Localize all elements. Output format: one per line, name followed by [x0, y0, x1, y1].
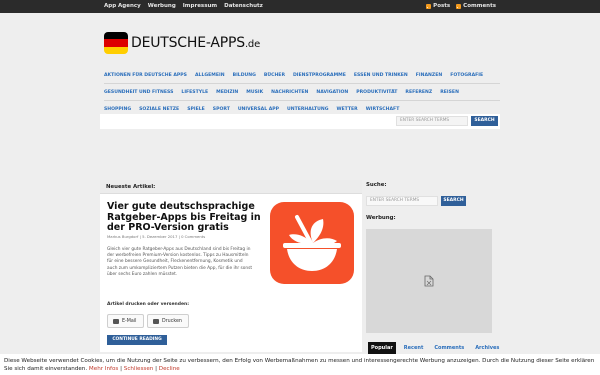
tab-popular[interactable]: Popular — [368, 342, 396, 354]
printer-icon — [153, 318, 159, 324]
share-label: Artikel drucken oder versenden: — [107, 302, 189, 307]
category-fotografie[interactable]: FOTOGRAFIE — [450, 73, 483, 78]
category-medizin[interactable]: MEDIZIN — [216, 90, 238, 95]
top-link-app-agency[interactable]: App Agency — [104, 0, 141, 13]
latest-articles: Neueste Artikel: Vier gute deutschsprach… — [100, 180, 362, 352]
category-row: GESUNDHEIT UND FITNESS LIFESTYLE MEDIZIN… — [104, 84, 500, 100]
share-email-label: E-Mail — [122, 318, 137, 324]
category-wirtschaft[interactable]: WIRTSCHAFT — [366, 107, 400, 112]
category-soziale-netze[interactable]: SOZIALE NETZE — [139, 107, 179, 112]
top-link-werbung[interactable]: Werbung — [148, 0, 176, 13]
category-produktivitaet[interactable]: PRODUKTIVITÄT — [356, 90, 397, 95]
comments-feed-link[interactable]: Comments — [456, 0, 496, 13]
category-navigation[interactable]: NAVIGATION — [316, 90, 348, 95]
article-title[interactable]: Vier gute deutschsprachige Ratgeber-Apps… — [107, 201, 263, 234]
article-image[interactable] — [270, 202, 354, 284]
rss-icon — [426, 4, 432, 9]
category-aktionen[interactable]: AKTIONEN FÜR DEUTSCHE APPS — [104, 73, 187, 78]
category-unterhaltung[interactable]: UNTERHALTUNG — [287, 107, 328, 112]
ad-placeholder[interactable] — [366, 229, 492, 333]
sidebar-search-label: Suche: — [366, 182, 387, 188]
section-title: Neueste Artikel: — [100, 180, 362, 194]
category-bildung[interactable]: BILDUNG — [233, 73, 256, 78]
header-search-input[interactable]: ENTER SEARCH TERMS — [396, 116, 468, 126]
posts-feed-link[interactable]: Posts — [426, 0, 450, 13]
category-musik[interactable]: MUSIK — [246, 90, 263, 95]
sidebar-ad-label: Werbung: — [366, 215, 396, 221]
header-search-button[interactable]: SEARCH — [471, 116, 498, 126]
category-spiele[interactable]: SPIELE — [187, 107, 205, 112]
cookie-more-info-link[interactable]: Mehr Infos — [89, 366, 118, 372]
sidebar-search-input[interactable]: ENTER SEARCH TERMS — [366, 196, 438, 206]
tab-comments[interactable]: Comments — [431, 342, 467, 354]
category-allgemein[interactable]: ALLGEMEIN — [195, 73, 225, 78]
feed-links: Posts Comments — [426, 0, 496, 13]
category-row: AKTIONEN FÜR DEUTSCHE APPS ALLGEMEIN BIL… — [104, 67, 500, 83]
category-shopping[interactable]: SHOPPING — [104, 107, 131, 112]
cookie-close-link[interactable]: Schliessen — [124, 366, 154, 372]
category-universal-app[interactable]: UNIVERSAL APP — [238, 107, 279, 112]
category-lifestyle[interactable]: LIFESTYLE — [181, 90, 208, 95]
cookie-banner: Diese Webseite verwendet Cookies, um die… — [0, 354, 600, 375]
category-nav: AKTIONEN FÜR DEUTSCHE APPS ALLGEMEIN BIL… — [100, 67, 500, 117]
share-print-label: Drucken — [162, 318, 182, 324]
category-sport[interactable]: SPORT — [213, 107, 230, 112]
top-link-datenschutz[interactable]: Datenschutz — [224, 0, 263, 13]
mail-icon — [113, 318, 119, 324]
cookie-decline-link[interactable]: Decline — [159, 366, 180, 372]
article-meta: Markus Burgdorf | 5. Dezember 2017 | 0 C… — [107, 234, 206, 239]
top-bar: App Agency Werbung Impressum Datenschutz… — [0, 0, 600, 13]
tab-archives[interactable]: Archives — [472, 342, 502, 354]
category-nachrichten[interactable]: NACHRICHTEN — [271, 90, 308, 95]
tab-recent[interactable]: Recent — [401, 342, 427, 354]
category-reisen[interactable]: REISEN — [440, 90, 459, 95]
category-buecher[interactable]: BÜCHER — [264, 73, 285, 78]
category-finanzen[interactable]: FINANZEN — [416, 73, 442, 78]
category-essen-trinken[interactable]: ESSEN UND TRINKEN — [354, 73, 408, 78]
mortar-pestle-icon — [283, 215, 341, 271]
broken-image-icon — [424, 275, 434, 287]
category-referenz[interactable]: REFERENZ — [405, 90, 432, 95]
site-logo[interactable]: DEUTSCHE-APPS.de — [104, 32, 260, 54]
german-flag-icon — [104, 32, 128, 54]
category-gesundheit[interactable]: GESUNDHEIT UND FITNESS — [104, 90, 173, 95]
sidebar-search-button[interactable]: SEARCH — [441, 196, 466, 206]
comments-feed-label: Comments — [463, 3, 496, 9]
category-dienstprogramme[interactable]: DIENSTPROGRAMME — [293, 73, 346, 78]
continue-reading-button[interactable]: CONTINUE READING — [107, 335, 167, 345]
category-wetter[interactable]: WETTER — [336, 107, 357, 112]
sidebar-tabs: Popular Recent Comments Archives — [368, 342, 502, 354]
posts-feed-label: Posts — [433, 3, 451, 9]
article-excerpt: Gleich vier gute Ratgeber-Apps aus Deuts… — [107, 247, 253, 277]
top-nav: App Agency Werbung Impressum Datenschutz — [104, 0, 263, 13]
site-title: DEUTSCHE-APPS.de — [131, 35, 261, 51]
header-search-bar: ENTER SEARCH TERMS SEARCH — [100, 114, 500, 129]
rss-icon — [456, 4, 462, 9]
share-email-button[interactable]: E-Mail — [107, 314, 144, 328]
top-link-impressum[interactable]: Impressum — [183, 0, 217, 13]
share-print-button[interactable]: Drucken — [147, 314, 189, 328]
